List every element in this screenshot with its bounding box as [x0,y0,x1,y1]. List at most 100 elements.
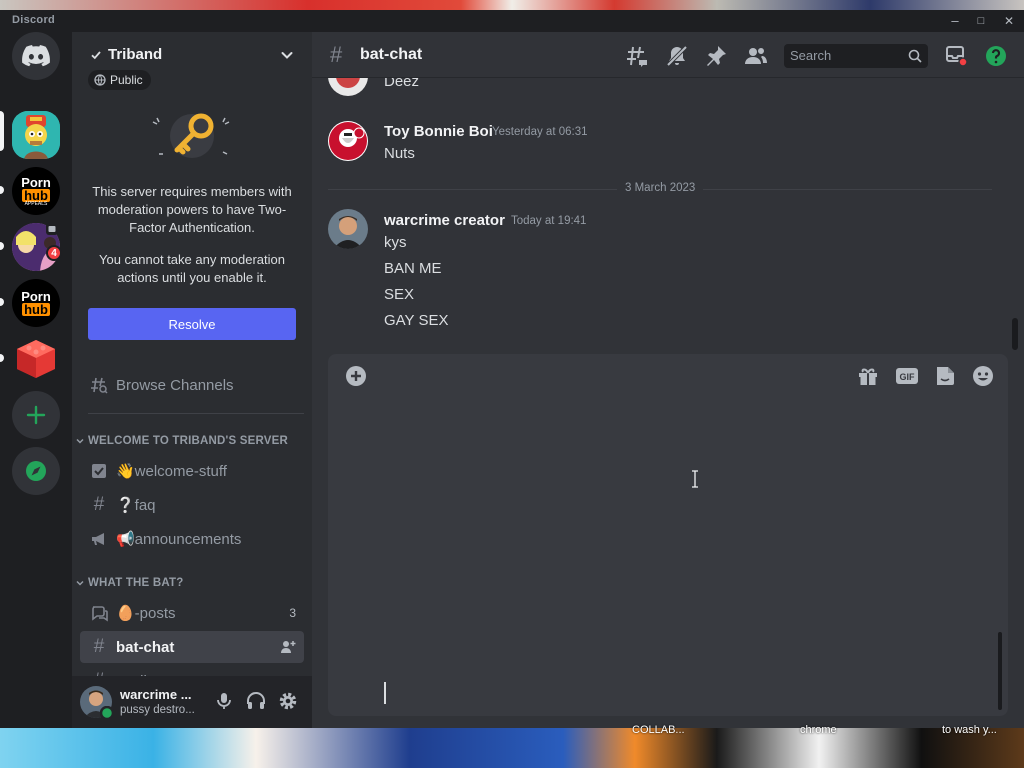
message-composer[interactable]: GIF [328,354,1008,716]
username: warcrime ... [120,687,192,702]
server-logo-text: Porn [21,174,51,190]
notice-text: This server requires members with modera… [92,184,292,235]
message-author[interactable]: warcrime creator [384,212,505,229]
browse-channels-label: Browse Channels [116,376,234,394]
channel-bat-chat[interactable]: # bat-chat [80,631,304,663]
sticker-icon[interactable] [933,364,957,388]
channel-name: 👋welcome-stuff [116,463,227,480]
chevron-down-icon [281,52,293,59]
message-text: Nuts [384,145,415,162]
warcrime-avatar-image [328,209,368,249]
community-check-icon [91,51,101,60]
unread-pill [0,354,4,362]
title-bar: Discord – □ ✕ [0,10,1024,32]
notification-bell-muted-icon[interactable] [665,44,689,68]
message-scrollbar[interactable] [1012,318,1018,350]
discord-home-button[interactable] [12,32,60,80]
kfc-avatar-image [328,121,368,161]
key-illustration [152,113,230,158]
member-list-icon[interactable] [744,44,768,68]
chat-area: # bat-chat Search Deez Toy Bonnie Boi Ye… [312,32,1024,728]
message-avatar[interactable] [328,78,368,96]
emoji-icon[interactable] [971,364,995,388]
unread-pill [0,186,4,194]
message-list: Deez Toy Bonnie Boi Yesterday at 06:31 N… [312,78,1024,358]
upload-plus-icon[interactable] [344,364,368,388]
close-button[interactable]: ✕ [998,12,1020,30]
message-text: SEX [384,286,415,303]
mention-badge: 4 [46,245,62,261]
composer-scrollbar[interactable] [998,632,1002,710]
channel-posts[interactable]: 🥚-posts 3 [80,597,304,629]
help-icon[interactable] [984,44,1008,68]
add-server-button[interactable] [12,391,60,439]
maximize-button[interactable]: □ [970,12,992,30]
search-input[interactable]: Search [784,44,928,68]
server-roblox-cube[interactable] [12,335,60,383]
discord-home-icon [22,45,50,67]
search-placeholder: Search [790,48,832,63]
threads-icon[interactable] [625,44,649,68]
taskbar-label[interactable]: COLLAB... [632,724,685,736]
gift-icon[interactable] [856,364,880,388]
explore-servers-button[interactable] [12,447,60,495]
taskbar-label[interactable]: chrome [800,724,837,736]
selected-server-pill [0,111,4,151]
server-triband[interactable] [12,111,60,159]
notice-text-secondary: You cannot take any moderation actions u… [99,252,285,285]
category-label: WHAT THE BAT? [88,577,184,589]
hash-icon: # [93,636,105,657]
public-label: Public [110,73,143,87]
svg-text:GIF: GIF [900,372,916,382]
plus-icon [26,405,46,425]
headphones-icon[interactable] [245,690,267,712]
channel-announcements[interactable]: 📢announcements [80,523,304,555]
chevron-down-icon [76,580,84,586]
taskbar-label[interactable]: to wash y... [942,724,997,736]
channel-header: # bat-chat Search [312,32,1024,78]
post-count: 3 [289,606,296,620]
message-avatar[interactable] [328,121,368,161]
category-what-the-bat[interactable]: WHAT THE BAT? [76,577,183,589]
unread-pill [0,242,4,250]
channel-name: 📢announcements [116,531,242,548]
server-list: Porn hub APPEALS 4 Porn hub [0,32,72,728]
user-panel: warcrime ... pussy destro... [72,676,312,728]
message-author[interactable]: Toy Bonnie Boi [384,123,493,140]
message-timestamp: Yesterday at 06:31 [492,126,588,138]
chevron-down-icon [76,438,84,444]
browse-channels[interactable]: Browse Channels [80,369,304,401]
channel-title: bat-chat [360,46,423,63]
pin-icon[interactable] [704,44,728,68]
unread-pill [0,298,4,306]
triband-server-avatar [12,111,60,159]
microphone-icon[interactable] [213,690,235,712]
gear-icon[interactable] [277,690,299,712]
red-cube-icon [17,340,55,378]
hash-icon: # [93,494,105,515]
text-caret [384,682,386,704]
two-factor-notice: This server requires members with modera… [72,102,312,287]
category-welcome[interactable]: WELCOME TO TRIBAND'S SERVER [76,435,288,447]
desktop-background-bottom: COLLAB... chrome to wash y... [0,724,1024,768]
resolve-button[interactable]: Resolve [88,308,296,340]
minimize-button[interactable]: – [944,12,966,30]
rules-checkbox-icon [92,464,106,478]
message-avatar-image [328,78,368,96]
date-divider-label: 3 March 2023 [617,182,704,194]
channel-faq[interactable]: # ❔faq [80,489,304,521]
server-phub[interactable]: Porn hub [12,279,60,327]
channel-welcome-stuff[interactable]: 👋welcome-stuff [80,455,304,487]
discord-window: Discord – □ ✕ Porn hub APPEALS 4 Porn hu… [0,10,1024,728]
server-logo-box: hub [22,302,50,317]
channel-name: 🥚-posts [116,605,176,622]
gif-icon[interactable]: GIF [895,364,919,388]
inbox-icon[interactable] [944,44,968,68]
add-member-icon[interactable] [280,639,296,655]
message-avatar[interactable] [328,209,368,249]
public-badge: Public [88,70,151,90]
voice-status-icon [46,223,58,235]
forum-icon [92,606,108,622]
server-phub-appeals[interactable]: Porn hub APPEALS [12,167,60,215]
message-timestamp: Today at 19:41 [511,215,587,227]
